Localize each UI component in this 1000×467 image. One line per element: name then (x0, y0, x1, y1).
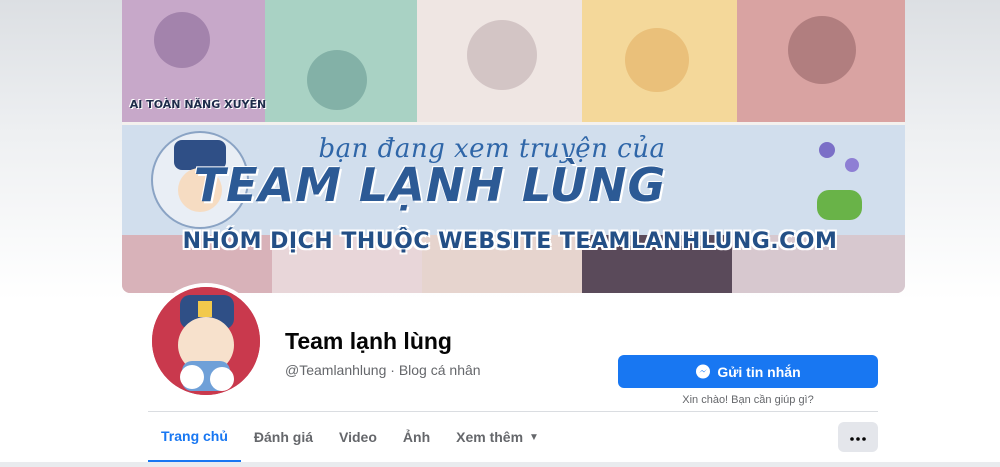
tab-reviews[interactable]: Đánh giá (241, 412, 326, 462)
page-tabs: Trang chủ Đánh giá Video Ảnh Xem thêm ▼ (148, 412, 552, 464)
tab-home[interactable]: Trang chủ (148, 412, 241, 463)
tab-photos[interactable]: Ảnh (390, 412, 443, 462)
tab-photos-label: Ảnh (402, 429, 431, 445)
tab-reviews-label: Đánh giá (253, 429, 314, 445)
send-message-label: Gửi tin nhắn (717, 363, 801, 380)
tab-home-label: Trang chủ (161, 428, 228, 444)
page-bottom-separator (0, 462, 1000, 467)
caret-down-icon: ▼ (529, 431, 539, 443)
page-username-category: @Teamlanhlung · Blog cá nhân (285, 362, 481, 378)
send-message-button[interactable]: Gửi tin nhắn (618, 355, 878, 388)
page-title: Team lạnh lùng (285, 328, 452, 354)
more-options-button[interactable] (838, 422, 878, 452)
tab-videos[interactable]: Video (326, 412, 390, 462)
tab-videos-label: Video (339, 429, 377, 445)
message-hint: Xin chào! Bạn cần giúp gì? (682, 394, 814, 406)
cover-banner-title: TEAM LẠNH LÙNG (193, 158, 667, 212)
avatar-artwork (152, 287, 260, 395)
tab-more[interactable]: Xem thêm ▼ (443, 412, 552, 462)
cover-tile-caption: AI TOÀN NĂNG XUYÊN (129, 98, 267, 111)
cover-photo[interactable]: AI TOÀN NĂNG XUYÊN bạn đang xem truyện c… (122, 0, 905, 293)
tab-more-label: Xem thêm (456, 429, 524, 445)
messenger-icon (695, 364, 711, 380)
cover-banner-subtitle: NHÓM DỊCH THUỘC WEBSITE TEAMLANHLUNG.COM (182, 229, 838, 254)
profile-avatar[interactable] (148, 283, 264, 399)
more-dots-icon (850, 428, 866, 446)
